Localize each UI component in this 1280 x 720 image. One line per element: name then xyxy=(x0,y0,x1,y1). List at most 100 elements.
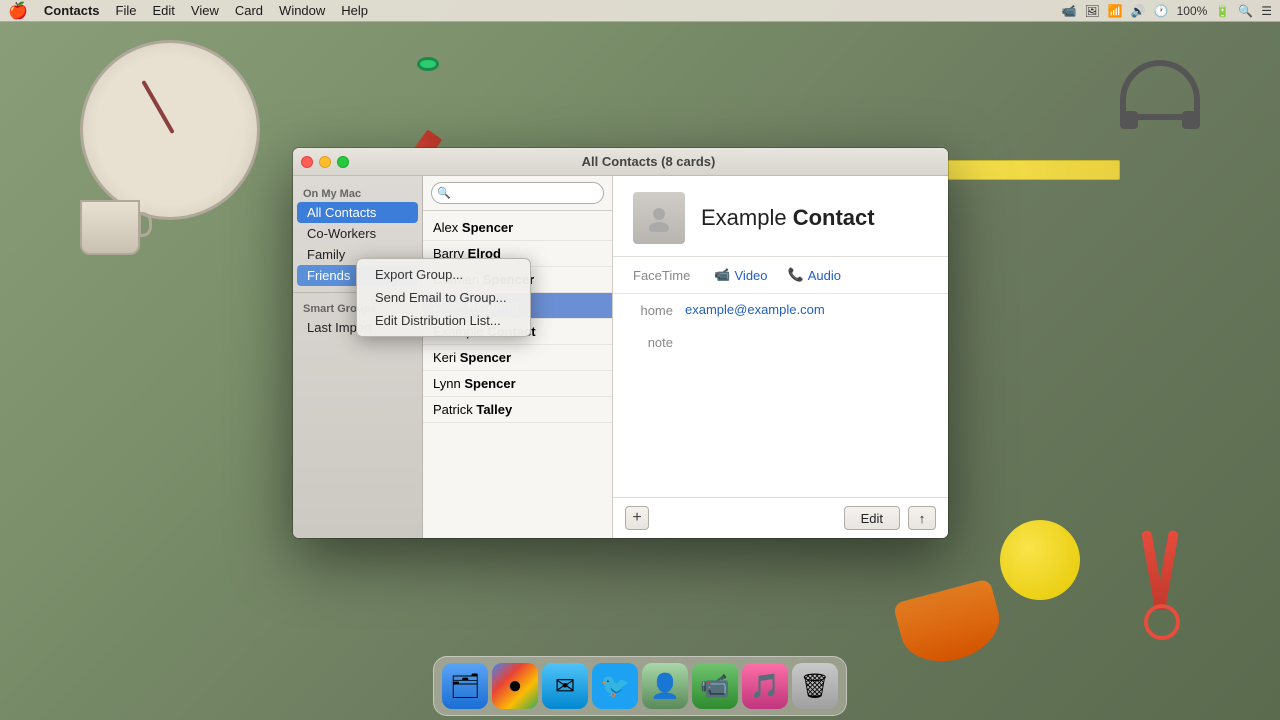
contact-last-name: Spencer xyxy=(462,220,513,235)
context-menu-send-email[interactable]: Send Email to Group... xyxy=(357,286,530,309)
email-field-row: home example@example.com xyxy=(613,294,948,326)
menu-card[interactable]: Card xyxy=(235,3,263,18)
contact-item-patrick-talley[interactable]: Patrick Talley xyxy=(423,397,612,423)
window-titlebar: All Contacts (8 cards) xyxy=(293,148,948,176)
trash-icon: 🗑 xyxy=(800,672,830,701)
dock-twitter[interactable]: 🐦 xyxy=(592,663,638,709)
spotlight-icon[interactable]: 🔍 xyxy=(1238,4,1253,18)
audio-button[interactable]: 📞 Audio xyxy=(788,267,841,283)
contact-first-name: Keri xyxy=(433,350,460,365)
dock-facetime[interactable]: 📹 xyxy=(692,663,738,709)
sidebar: On My Mac All Contacts Co-Workers Family… xyxy=(293,176,423,538)
on-my-mac-label: On My Mac xyxy=(293,184,422,202)
context-menu: Export Group... Send Email to Group... E… xyxy=(356,258,531,337)
scissors-decoration xyxy=(1140,530,1190,640)
headphones-decoration xyxy=(1120,60,1200,120)
facetime-dock-icon: 📹 xyxy=(700,672,730,701)
menu-edit[interactable]: Edit xyxy=(153,3,175,18)
menu-window[interactable]: Window xyxy=(279,3,325,18)
contact-avatar xyxy=(633,192,685,244)
menubar-right: 📹 🖼 📶 🔊 🕐 100% 🔋 🔍 ☰ xyxy=(1062,4,1272,18)
detail-footer: + Edit ↑ xyxy=(613,497,948,538)
desktop: 🍎 Contacts File Edit View Card Window He… xyxy=(0,0,1280,720)
search-wrapper: 🔍 xyxy=(431,182,604,204)
facetime-row: FaceTime 📹 Video 📞 Audio xyxy=(613,257,948,294)
itunes-icon: 🎵 xyxy=(750,672,780,701)
dock-mail[interactable]: ✉ xyxy=(542,663,588,709)
menubar: 🍎 Contacts File Edit View Card Window He… xyxy=(0,0,1280,22)
contact-last-name-detail: Contact xyxy=(793,205,875,230)
email-value[interactable]: example@example.com xyxy=(685,302,825,317)
desk-clock-decoration xyxy=(80,40,260,220)
battery-icon: 🔋 xyxy=(1215,4,1230,18)
detail-header: Example Contact xyxy=(613,176,948,257)
contact-first-name: Lynn xyxy=(433,376,464,391)
menu-contacts[interactable]: Contacts xyxy=(44,3,100,18)
contact-item-alex-spencer[interactable]: Alex Spencer xyxy=(423,215,612,241)
volume-icon: 🔊 xyxy=(1131,4,1146,18)
audio-label: Audio xyxy=(808,268,841,283)
sidebar-item-coworkers[interactable]: Co-Workers xyxy=(297,223,418,244)
contact-last-name: Spencer xyxy=(464,376,515,391)
video-icon: 📹 xyxy=(714,267,730,283)
contact-name-display: Example Contact xyxy=(701,205,875,231)
close-button[interactable] xyxy=(301,156,313,168)
battery-label: 100% xyxy=(1177,4,1208,18)
note-label: note xyxy=(633,334,673,350)
ruler-decoration xyxy=(920,160,1120,180)
contact-first-name-detail: Example xyxy=(701,205,787,230)
mug-decoration xyxy=(80,200,140,255)
dock-trash[interactable]: 🗑 xyxy=(792,663,838,709)
search-input[interactable] xyxy=(431,182,604,204)
contact-last-name: Spencer xyxy=(460,350,511,365)
window-body: On My Mac All Contacts Co-Workers Family… xyxy=(293,176,948,538)
contacts-icon: 👤 xyxy=(650,672,680,701)
video-button[interactable]: 📹 Video xyxy=(714,267,767,283)
contact-item-keri-spencer[interactable]: Keri Spencer xyxy=(423,345,612,371)
chrome-icon: ● xyxy=(508,672,523,700)
photo-icon: 🖼 xyxy=(1085,4,1100,18)
edit-button[interactable]: Edit xyxy=(844,506,900,530)
traffic-lights xyxy=(301,156,349,168)
dock-chrome[interactable]: ● xyxy=(492,663,538,709)
detail-panel: Example Contact FaceTime 📹 Video 📞 Audio xyxy=(613,176,948,538)
mail-icon: ✉ xyxy=(555,672,575,701)
maximize-button[interactable] xyxy=(337,156,349,168)
apple-menu[interactable]: 🍎 xyxy=(8,1,28,21)
dock-finder[interactable]: 🗂 xyxy=(442,663,488,709)
search-icon: 🔍 xyxy=(437,187,451,200)
note-field-row: note xyxy=(613,326,948,358)
minimize-button[interactable] xyxy=(319,156,331,168)
menu-extras-icon[interactable]: ☰ xyxy=(1261,4,1272,18)
dock: 🗂 ● ✉ 🐦 👤 📹 🎵 🗑 xyxy=(433,656,847,716)
contact-first-name: Alex xyxy=(433,220,462,235)
facetime-label: FaceTime xyxy=(633,268,690,283)
clock-icon: 🕐 xyxy=(1154,4,1169,18)
orange-decoration xyxy=(893,578,1008,671)
dock-itunes[interactable]: 🎵 xyxy=(742,663,788,709)
share-button[interactable]: ↑ xyxy=(908,506,936,530)
context-menu-export-group[interactable]: Export Group... xyxy=(357,263,530,286)
window-title: All Contacts (8 cards) xyxy=(357,154,940,169)
search-bar: 🔍 xyxy=(423,176,612,211)
context-menu-edit-distribution[interactable]: Edit Distribution List... xyxy=(357,309,530,332)
add-contact-button[interactable]: + xyxy=(625,506,649,530)
menu-view[interactable]: View xyxy=(191,3,219,18)
menu-help[interactable]: Help xyxy=(341,3,368,18)
menu-file[interactable]: File xyxy=(116,3,137,18)
phone-icon: 📞 xyxy=(788,267,804,283)
dock-contacts[interactable]: 👤 xyxy=(642,663,688,709)
yellow-ball-decoration xyxy=(1000,520,1080,600)
contact-first-name: Patrick xyxy=(433,402,476,417)
wifi-icon: 📶 xyxy=(1108,4,1123,18)
contact-list-panel: 🔍 Alex Spencer Barry Elrod Carmen Spence… xyxy=(423,176,613,538)
sidebar-item-all-contacts[interactable]: All Contacts xyxy=(297,202,418,223)
green-dot-decoration xyxy=(420,60,436,68)
video-label: Video xyxy=(735,268,768,283)
twitter-icon: 🐦 xyxy=(600,672,630,701)
contact-last-name: Talley xyxy=(476,402,512,417)
contact-item-lynn-spencer[interactable]: Lynn Spencer xyxy=(423,371,612,397)
email-label: home xyxy=(633,302,673,318)
detail-spacer xyxy=(613,358,948,497)
finder-icon: 🗂 xyxy=(450,672,480,701)
